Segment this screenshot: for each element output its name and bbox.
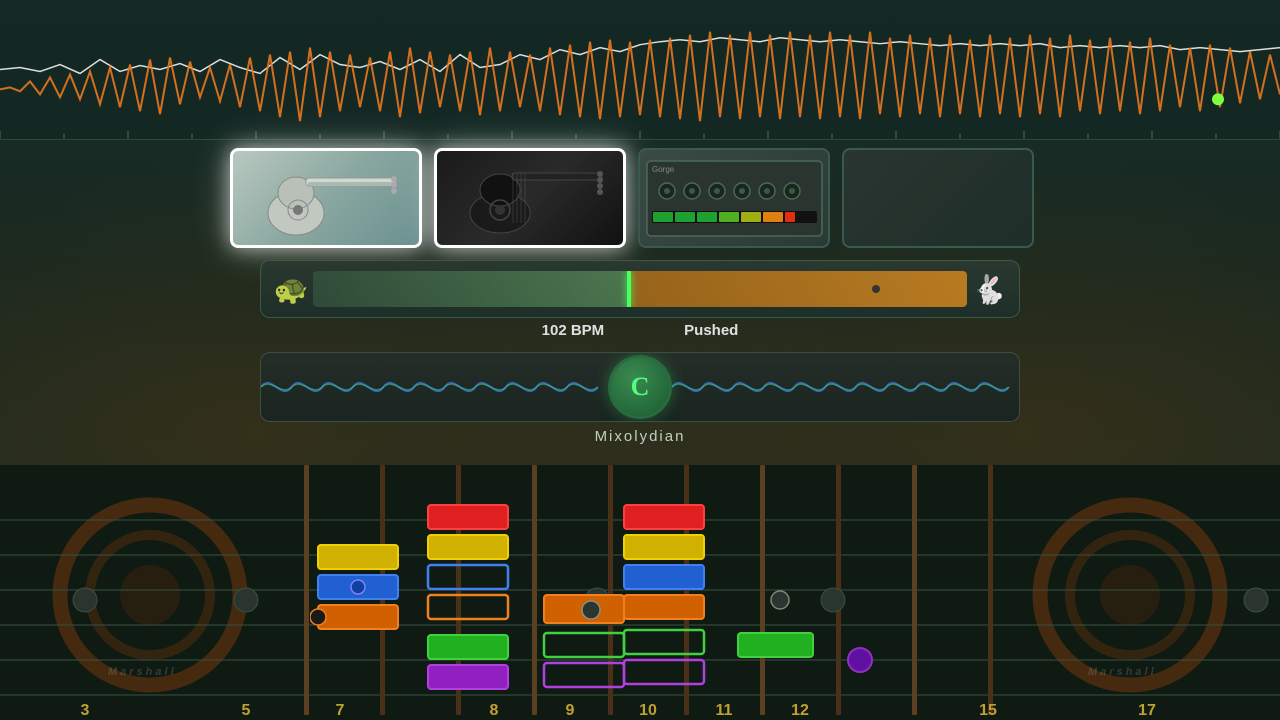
key-bar[interactable]: C (260, 352, 1020, 422)
card-guitar2[interactable] (434, 148, 626, 248)
tempo-slow-zone (313, 271, 627, 307)
svg-text:3: 3 (81, 702, 90, 719)
bpm-label: 102 BPM (542, 322, 605, 339)
turtle-icon: 🐢 (269, 267, 313, 311)
position-dot (1212, 93, 1224, 105)
key-waveform-right (672, 353, 1019, 421)
tempo-fast-zone (627, 271, 967, 307)
ruler-ticks (0, 131, 1280, 139)
svg-text:5: 5 (242, 702, 251, 719)
cards-row: Gorge (230, 148, 1050, 248)
notes-fret12 (820, 465, 900, 715)
pushed-label: Pushed (684, 322, 738, 339)
svg-text:17: 17 (1138, 702, 1156, 719)
card-guitar1[interactable] (230, 148, 422, 248)
notes-fret11 (730, 465, 830, 715)
rabbit-icon: 🐇 (967, 267, 1011, 311)
key-letter: C (631, 372, 650, 402)
waveform-svg (0, 0, 1280, 139)
svg-text:Gorge: Gorge (652, 165, 675, 174)
svg-text:Marshall: Marshall (108, 666, 177, 678)
fretboard: Marshall Marshall 3 5 7 8 (0, 465, 1280, 720)
key-circle[interactable]: C (608, 355, 672, 419)
key-waveform-left (261, 353, 608, 421)
tempo-dot (872, 285, 880, 293)
svg-text:15: 15 (979, 702, 997, 719)
tempo-marker (627, 271, 631, 307)
tempo-bar[interactable]: 🐢 🐇 (260, 260, 1020, 318)
notes-fret8 (420, 465, 550, 715)
guitar2-image (450, 158, 610, 238)
guitar1-image (246, 158, 406, 238)
notes-fret10 (616, 465, 746, 715)
tempo-labels: 102 BPM Pushed (260, 322, 1020, 339)
tempo-slider[interactable] (313, 271, 967, 307)
svg-text:Marshall: Marshall (1088, 666, 1157, 678)
waveform-area (0, 0, 1280, 140)
card-amp[interactable]: Gorge (638, 148, 830, 248)
scale-label: Mixolydian (595, 428, 686, 445)
card-empty[interactable] (842, 148, 1034, 248)
amp-image: Gorge (642, 156, 827, 241)
